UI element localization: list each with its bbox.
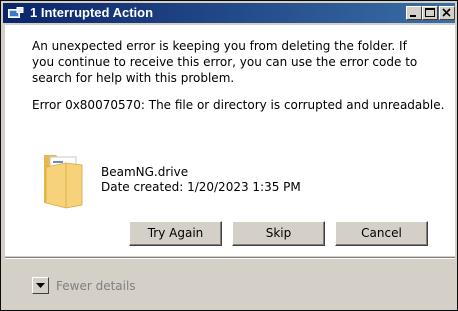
minimize-button[interactable] bbox=[406, 6, 422, 20]
maximize-icon bbox=[425, 8, 435, 17]
minimize-icon bbox=[410, 15, 416, 17]
file-transfer-icon bbox=[8, 7, 24, 18]
try-again-button[interactable]: Try Again bbox=[129, 221, 222, 246]
skip-button[interactable]: Skip bbox=[232, 221, 325, 246]
close-icon bbox=[442, 8, 451, 17]
item-name: BeamNG.drive bbox=[101, 165, 189, 179]
footer-divider bbox=[5, 257, 455, 259]
maximize-button[interactable] bbox=[422, 6, 438, 20]
interrupted-action-dialog: 1 Interrupted Action An unexpected error… bbox=[0, 0, 458, 311]
error-code-text: Error 0x80070570: The file or directory … bbox=[32, 98, 445, 112]
fewer-details-toggle[interactable] bbox=[32, 277, 49, 294]
folder-icon bbox=[44, 155, 83, 209]
chevron-down-icon bbox=[36, 283, 45, 288]
error-description: An unexpected error is keeping you from … bbox=[32, 39, 418, 85]
window-title: 1 Interrupted Action bbox=[30, 5, 154, 20]
fewer-details-label[interactable]: Fewer details bbox=[56, 278, 136, 294]
dialog-content: An unexpected error is keeping you from … bbox=[5, 25, 455, 256]
cancel-button[interactable]: Cancel bbox=[335, 221, 428, 246]
item-date-created: Date created: 1/20/2023 1:35 PM bbox=[101, 180, 301, 194]
title-bar[interactable]: 1 Interrupted Action bbox=[3, 3, 455, 23]
close-button[interactable] bbox=[439, 6, 455, 20]
